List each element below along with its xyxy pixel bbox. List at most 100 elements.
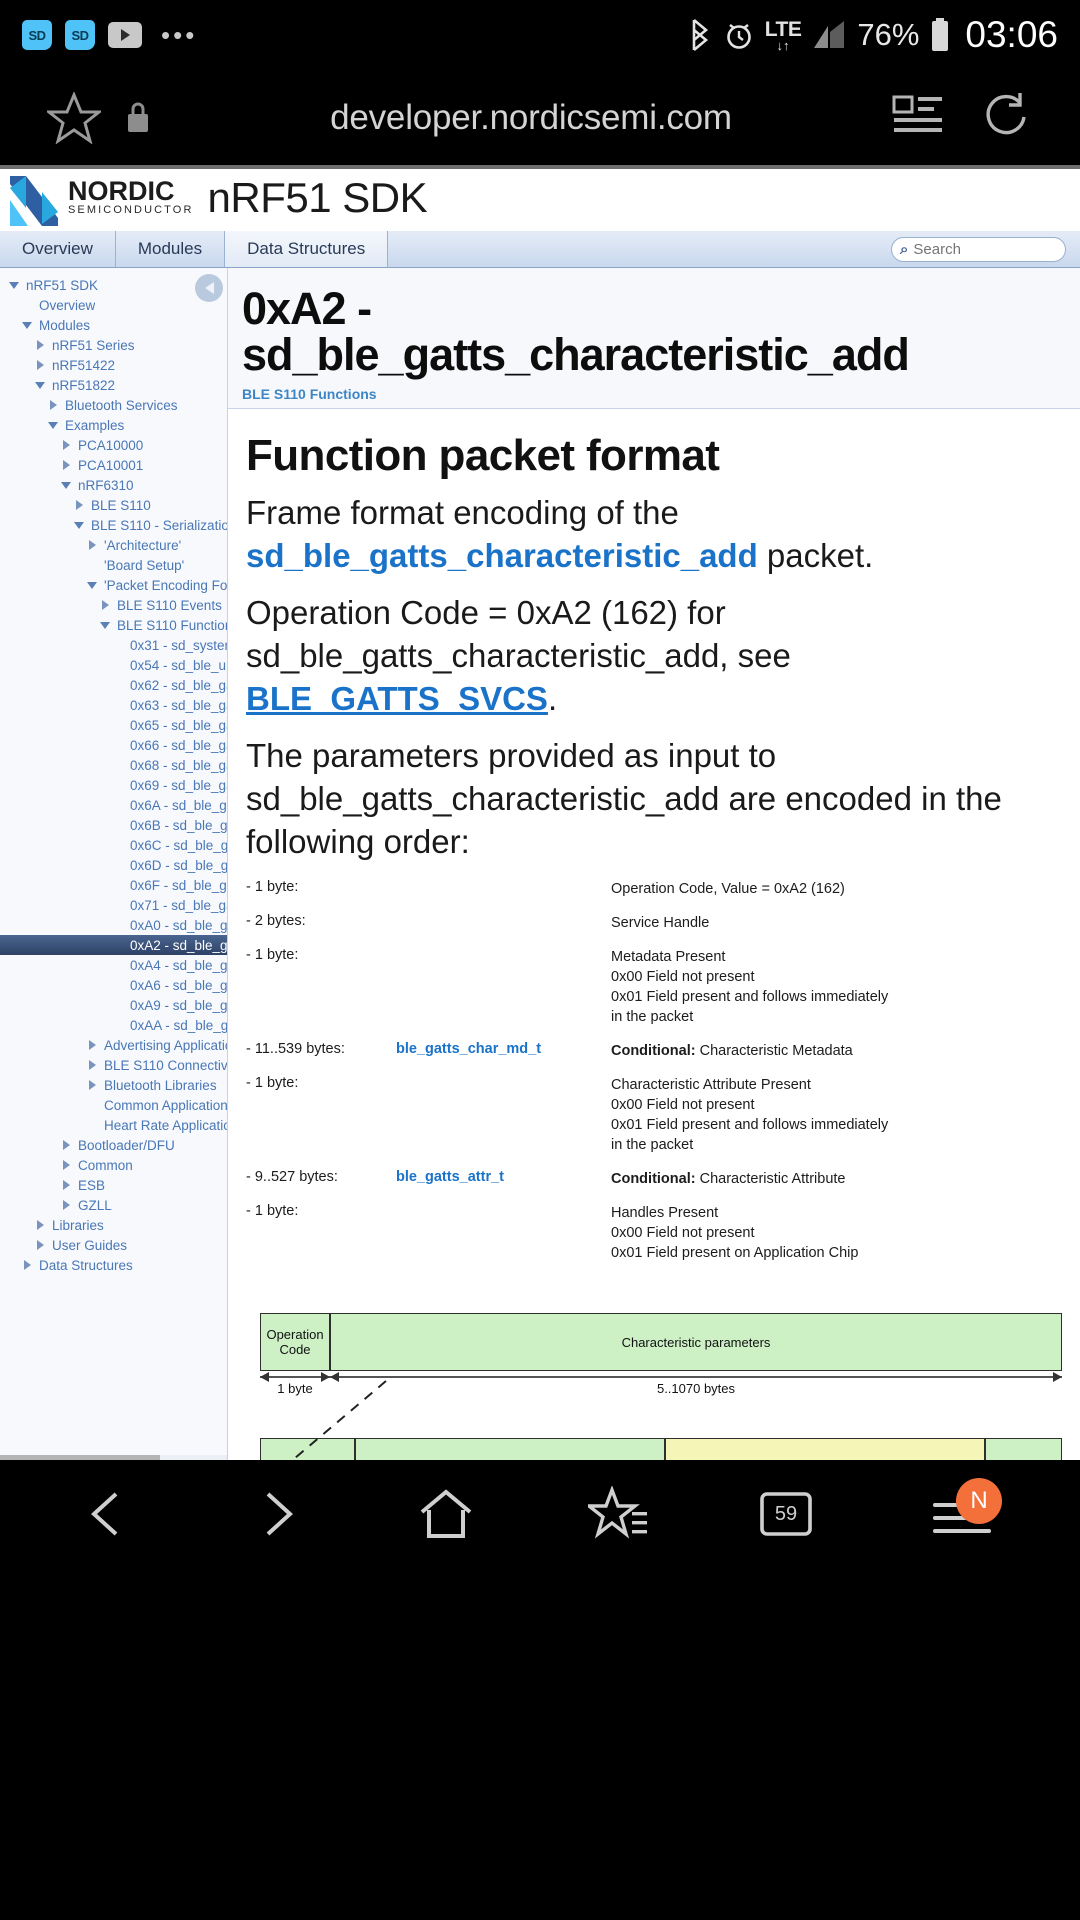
chevron-right-icon[interactable] (248, 1486, 304, 1542)
sidebar-item[interactable]: BLE S110 (0, 495, 227, 515)
navigation-sidebar[interactable]: nRF51 SDK Overview Modules nRF51 Series nRF5… (0, 268, 228, 1460)
sidebar-item[interactable]: Bootloader/DFU (0, 1135, 227, 1155)
sidebar-item[interactable]: 0xA2 - sd_ble_gatts (0, 935, 227, 955)
tab-modules[interactable]: Modules (116, 231, 226, 267)
chevron-right-icon[interactable] (84, 1060, 100, 1070)
sidebar-item[interactable]: BLE S110 Connectivity Ch (0, 1055, 227, 1075)
sidebar-item[interactable]: User Guides (0, 1235, 227, 1255)
sidebar-item[interactable]: nRF51822 (0, 375, 227, 395)
link-ble-gatts-svcs[interactable]: BLE_GATTS_SVCS (246, 680, 548, 717)
profile-badge[interactable]: N (956, 1478, 1002, 1524)
reload-icon[interactable] (980, 89, 1032, 146)
sidebar-item[interactable]: BLE S110 Events (0, 595, 227, 615)
chevron-right-icon[interactable] (32, 340, 48, 350)
url-text[interactable]: developer.nordicsemi.com (170, 98, 892, 138)
sidebar-item[interactable]: 0x31 - sd_system_p (0, 635, 227, 655)
sidebar-item[interactable]: 0xA6 - sd_ble_gatts (0, 975, 227, 995)
sidebar-item[interactable]: 'Architecture' (0, 535, 227, 555)
sidebar-item[interactable]: 'Packet Encoding Format' (0, 575, 227, 595)
lock-icon[interactable] (106, 98, 170, 138)
sidebar-item[interactable]: Bluetooth Libraries (0, 1075, 227, 1095)
sidebar-item[interactable]: 0x62 - sd_ble_gap_ (0, 675, 227, 695)
sidebar-horizontal-scrollbar[interactable] (0, 1455, 227, 1460)
sidebar-item[interactable]: 0x71 - sd_ble_gap_s (0, 895, 227, 915)
sidebar-item[interactable]: 0xA4 - sd_ble_gatts (0, 955, 227, 975)
sidebar-item[interactable]: nRF51422 (0, 355, 227, 375)
chevron-right-icon[interactable] (84, 1080, 100, 1090)
sidebar-item[interactable]: BLE S110 Functions (0, 615, 227, 635)
chevron-right-icon[interactable] (58, 1140, 74, 1150)
sidebar-item[interactable]: 0x6B - sd_ble_gap_p (0, 815, 227, 835)
sidebar-item[interactable]: Modules (0, 315, 227, 335)
chevron-down-icon[interactable] (6, 281, 22, 289)
chevron-right-icon[interactable] (58, 1180, 74, 1190)
sidebar-item[interactable]: Data Structures (0, 1255, 227, 1275)
param-type-link[interactable]: ble_gatts_attr_t (396, 1169, 611, 1185)
chevron-right-icon[interactable] (45, 400, 61, 410)
chevron-right-icon[interactable] (84, 1040, 100, 1050)
bookmarks-icon[interactable] (588, 1486, 648, 1542)
sidebar-item[interactable]: 0x65 - sd_ble_gap_c (0, 715, 227, 735)
sidebar-item[interactable]: nRF6310 (0, 475, 227, 495)
collapse-panel-icon[interactable] (195, 274, 223, 302)
chevron-right-icon[interactable] (58, 1160, 74, 1170)
chevron-down-icon[interactable] (58, 481, 74, 489)
chevron-right-icon[interactable] (84, 540, 100, 550)
sidebar-item[interactable]: 0x69 - sd_ble_gap_a (0, 775, 227, 795)
sidebar-item[interactable]: 0x54 - sd_ble_uuid_ (0, 655, 227, 675)
menu-button[interactable]: N (924, 1478, 1002, 1542)
sidebar-item[interactable]: Advertising Application Se (0, 1035, 227, 1055)
sidebar-item[interactable]: 0xA9 - sd_ble_gatts (0, 995, 227, 1015)
sidebar-item[interactable]: 0x63 - sd_ble_gap_a (0, 695, 227, 715)
sidebar-item[interactable]: Heart Rate Application - S (0, 1115, 227, 1135)
sidebar-item[interactable]: 0x66 - sd_ble_gap_c (0, 735, 227, 755)
search-box[interactable]: ⌕ (891, 237, 1066, 262)
tab-overview[interactable]: Overview (0, 231, 116, 267)
chevron-right-icon[interactable] (58, 460, 74, 470)
sidebar-item[interactable]: PCA10001 (0, 455, 227, 475)
sidebar-item[interactable]: Overview (0, 295, 227, 315)
sidebar-item[interactable]: Bluetooth Services (0, 395, 227, 415)
sidebar-item[interactable]: Examples (0, 415, 227, 435)
chevron-right-icon[interactable] (97, 600, 113, 610)
param-type-link[interactable]: ble_gatts_char_md_t (396, 1041, 611, 1057)
chevron-down-icon[interactable] (32, 381, 48, 389)
sidebar-item[interactable]: 0x6D - sd_ble_gap_c (0, 855, 227, 875)
chevron-right-icon[interactable] (71, 500, 87, 510)
tab-data-structures[interactable]: Data Structures (225, 231, 389, 267)
chevron-down-icon[interactable] (84, 581, 100, 589)
sidebar-item[interactable]: 0x6F - sd_ble_gap_s (0, 875, 227, 895)
chevron-right-icon[interactable] (32, 360, 48, 370)
chevron-right-icon[interactable] (19, 1260, 35, 1270)
sidebar-item[interactable]: GZLL (0, 1195, 227, 1215)
home-icon[interactable] (416, 1486, 476, 1542)
sidebar-item[interactable]: BLE S110 - Serialization (0, 515, 227, 535)
sidebar-item[interactable]: nRF51 SDK (0, 275, 227, 295)
chevron-down-icon[interactable] (45, 421, 61, 429)
sidebar-item[interactable]: Common Application Libr (0, 1095, 227, 1115)
chevron-left-icon[interactable] (80, 1486, 136, 1542)
chevron-down-icon[interactable] (97, 621, 113, 629)
breadcrumb[interactable]: BLE S110 Functions (242, 386, 1080, 402)
chevron-down-icon[interactable] (71, 521, 87, 529)
sidebar-item[interactable]: 0x6A - sd_ble_gap_p (0, 795, 227, 815)
sidebar-item[interactable]: Common (0, 1155, 227, 1175)
chevron-right-icon[interactable] (58, 440, 74, 450)
sidebar-item[interactable]: nRF51 Series (0, 335, 227, 355)
tab-count-button[interactable]: 59 (760, 1492, 812, 1536)
nordic-logo[interactable]: NORDIC SEMICONDUCTOR (8, 174, 194, 226)
star-outline-icon[interactable] (42, 91, 106, 144)
sidebar-item[interactable]: 0xAA - sd_ble_gatts (0, 1015, 227, 1035)
sidebar-item[interactable]: 0x68 - sd_ble_gap_a (0, 755, 227, 775)
chevron-right-icon[interactable] (32, 1220, 48, 1230)
reader-mode-icon[interactable] (892, 93, 944, 142)
search-input[interactable] (913, 241, 1057, 258)
sidebar-item[interactable]: 'Board Setup' (0, 555, 227, 575)
chevron-right-icon[interactable] (58, 1200, 74, 1210)
sidebar-item[interactable]: 0xA0 - sd_ble_gatts (0, 915, 227, 935)
sidebar-item[interactable]: 0x6C - sd_ble_gap_c (0, 835, 227, 855)
chevron-right-icon[interactable] (32, 1240, 48, 1250)
sidebar-item[interactable]: PCA10000 (0, 435, 227, 455)
sidebar-item[interactable]: Libraries (0, 1215, 227, 1235)
link-sd-ble-gatts-characteristic-add[interactable]: sd_ble_gatts_characteristic_add (246, 537, 758, 574)
